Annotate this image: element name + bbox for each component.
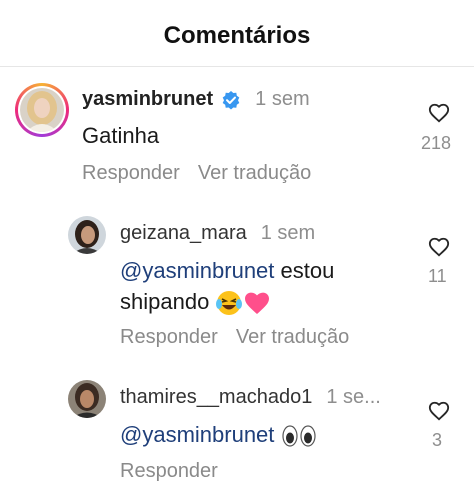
verified-badge-icon: [222, 90, 240, 109]
translate-button[interactable]: Ver tradução: [198, 162, 311, 184]
comment-timestamp: 1 sem: [255, 88, 310, 110]
story-ring[interactable]: [15, 83, 69, 137]
comment-username[interactable]: yasminbrunet: [82, 88, 213, 111]
comment-username[interactable]: geizana_mara: [120, 222, 247, 245]
comment-timestamp: 1 sem: [260, 222, 316, 244]
comments-header: Comentários: [0, 0, 474, 67]
like-count: 218: [421, 133, 452, 153]
comment-text-part: estou: [280, 258, 335, 283]
reply-button[interactable]: Responder: [120, 460, 218, 482]
comment-timestamp: 1 se...: [326, 386, 381, 408]
mention-link[interactable]: @yasminbrunet: [120, 258, 274, 283]
like-heart-icon[interactable]: [428, 400, 450, 422]
reply-button[interactable]: Responder: [82, 162, 180, 184]
like-heart-icon[interactable]: [428, 236, 450, 258]
page-title: Comentários: [163, 22, 311, 49]
avatar[interactable]: [20, 88, 64, 132]
translate-button[interactable]: Ver tradução: [236, 326, 349, 348]
mention-link[interactable]: @yasminbrunet: [120, 422, 274, 447]
eyes-emoji: [281, 425, 316, 447]
pink-heart-emoji: [245, 292, 270, 315]
comment-text: Gatinha: [82, 123, 160, 148]
like-heart-icon[interactable]: [428, 102, 450, 124]
like-count: 11: [428, 266, 447, 286]
avatar[interactable]: [68, 380, 106, 418]
reply-button[interactable]: Responder: [120, 326, 218, 348]
comment-text-line2: shipando: [120, 286, 271, 318]
laughing-tears-emoji: [216, 291, 243, 316]
comment-text-part: shipando: [120, 289, 210, 314]
comment-username[interactable]: thamires__machado1: [120, 386, 312, 409]
comment-text: @yasminbrunet estou: [120, 255, 334, 287]
avatar[interactable]: [68, 216, 106, 254]
like-count: 3: [432, 430, 443, 450]
comment-text: @yasminbrunet: [120, 419, 317, 451]
